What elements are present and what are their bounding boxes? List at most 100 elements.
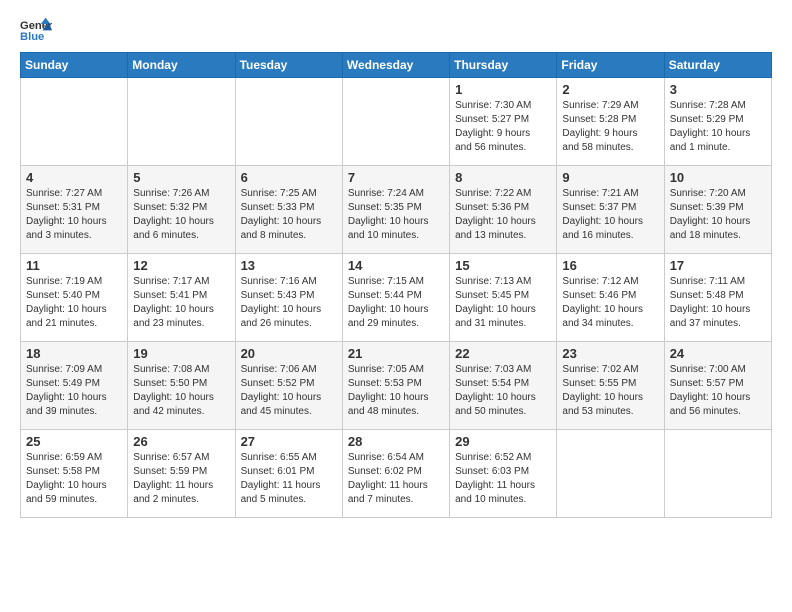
day-info: Sunrise: 7:26 AM Sunset: 5:32 PM Dayligh… xyxy=(133,187,229,243)
header-wednesday: Wednesday xyxy=(342,53,449,78)
calendar-cell xyxy=(235,78,342,166)
day-info: Sunrise: 7:05 AM Sunset: 5:53 PM Dayligh… xyxy=(348,363,444,419)
calendar-cell: 9Sunrise: 7:21 AM Sunset: 5:37 PM Daylig… xyxy=(557,166,664,254)
calendar-cell: 1 Sunrise: 7:30 AM Sunset: 5:27 PM Daylig… xyxy=(450,78,557,166)
calendar-cell xyxy=(342,78,449,166)
day-number: 25 xyxy=(26,434,122,449)
calendar-cell: 28Sunrise: 6:54 AM Sunset: 6:02 PM Dayli… xyxy=(342,430,449,518)
header-saturday: Saturday xyxy=(664,53,771,78)
calendar-cell: 11 Sunrise: 7:19 AM Sunset: 5:40 PM Dayli… xyxy=(21,254,128,342)
header-monday: Monday xyxy=(128,53,235,78)
day-number: 19 xyxy=(133,346,229,361)
day-number: 12 xyxy=(133,258,229,273)
day-number: 11 xyxy=(26,258,122,273)
day-info: Sunrise: 7:16 AM Sunset: 5:43 PM Dayligh… xyxy=(241,275,337,331)
calendar-cell: 2Sunrise: 7:29 AM Sunset: 5:28 PM Daylig… xyxy=(557,78,664,166)
day-number: 9 xyxy=(562,170,658,185)
calendar-cell: 25 Sunrise: 6:59 AM Sunset: 5:58 PM Dayli… xyxy=(21,430,128,518)
calendar-cell: 24 Sunrise: 7:00 AM Sunset: 5:57 PM Dayli… xyxy=(664,342,771,430)
day-number: 4 xyxy=(26,170,122,185)
calendar-body: 1 Sunrise: 7:30 AM Sunset: 5:27 PM Daylig… xyxy=(21,78,772,518)
day-info: Sunrise: 7:30 AM Sunset: 5:27 PM Dayligh… xyxy=(455,99,551,155)
calendar-cell: 27 Sunrise: 6:55 AM Sunset: 6:01 PM Dayli… xyxy=(235,430,342,518)
header-thursday: Thursday xyxy=(450,53,557,78)
logo: General Blue xyxy=(20,16,56,44)
calendar-cell xyxy=(21,78,128,166)
calendar-cell: 5 Sunrise: 7:26 AM Sunset: 5:32 PM Daylig… xyxy=(128,166,235,254)
calendar-cell: 22Sunrise: 7:03 AM Sunset: 5:54 PM Dayli… xyxy=(450,342,557,430)
day-info: Sunrise: 7:22 AM Sunset: 5:36 PM Dayligh… xyxy=(455,187,551,243)
day-number: 14 xyxy=(348,258,444,273)
day-number: 3 xyxy=(670,82,766,97)
day-info: Sunrise: 7:12 AM Sunset: 5:46 PM Dayligh… xyxy=(562,275,658,331)
calendar-cell: 29 Sunrise: 6:52 AM Sunset: 6:03 PM Dayli… xyxy=(450,430,557,518)
calendar-table: Sunday Monday Tuesday Wednesday Thursday… xyxy=(20,52,772,518)
day-number: 27 xyxy=(241,434,337,449)
day-info: Sunrise: 6:57 AM Sunset: 5:59 PM Dayligh… xyxy=(133,451,229,507)
calendar-cell: 17 Sunrise: 7:11 AM Sunset: 5:48 PM Dayli… xyxy=(664,254,771,342)
day-info: Sunrise: 6:55 AM Sunset: 6:01 PM Dayligh… xyxy=(241,451,337,507)
calendar-header: Sunday Monday Tuesday Wednesday Thursday… xyxy=(21,53,772,78)
day-number: 8 xyxy=(455,170,551,185)
day-number: 18 xyxy=(26,346,122,361)
calendar-week-row: 11 Sunrise: 7:19 AM Sunset: 5:40 PM Dayli… xyxy=(21,254,772,342)
calendar-cell xyxy=(664,430,771,518)
calendar-cell: 15Sunrise: 7:13 AM Sunset: 5:45 PM Dayli… xyxy=(450,254,557,342)
day-number: 24 xyxy=(670,346,766,361)
day-number: 22 xyxy=(455,346,551,361)
day-number: 23 xyxy=(562,346,658,361)
calendar-cell: 6Sunrise: 7:25 AM Sunset: 5:33 PM Daylig… xyxy=(235,166,342,254)
day-info: Sunrise: 7:20 AM Sunset: 5:39 PM Dayligh… xyxy=(670,187,766,243)
calendar-cell: 20 Sunrise: 7:06 AM Sunset: 5:52 PM Dayli… xyxy=(235,342,342,430)
logo-icon: General Blue xyxy=(20,16,52,44)
day-number: 7 xyxy=(348,170,444,185)
day-info: Sunrise: 7:28 AM Sunset: 5:29 PM Dayligh… xyxy=(670,99,766,155)
day-info: Sunrise: 6:52 AM Sunset: 6:03 PM Dayligh… xyxy=(455,451,551,507)
header-sunday: Sunday xyxy=(21,53,128,78)
day-info: Sunrise: 7:13 AM Sunset: 5:45 PM Dayligh… xyxy=(455,275,551,331)
day-info: Sunrise: 6:59 AM Sunset: 5:58 PM Dayligh… xyxy=(26,451,122,507)
day-number: 1 xyxy=(455,82,551,97)
day-number: 5 xyxy=(133,170,229,185)
day-info: Sunrise: 7:29 AM Sunset: 5:28 PM Dayligh… xyxy=(562,99,658,155)
calendar-cell: 8 Sunrise: 7:22 AM Sunset: 5:36 PM Daylig… xyxy=(450,166,557,254)
day-number: 16 xyxy=(562,258,658,273)
calendar-cell: 18 Sunrise: 7:09 AM Sunset: 5:49 PM Dayli… xyxy=(21,342,128,430)
day-info: Sunrise: 7:06 AM Sunset: 5:52 PM Dayligh… xyxy=(241,363,337,419)
calendar-cell: 21 Sunrise: 7:05 AM Sunset: 5:53 PM Dayli… xyxy=(342,342,449,430)
day-info: Sunrise: 7:15 AM Sunset: 5:44 PM Dayligh… xyxy=(348,275,444,331)
day-number: 21 xyxy=(348,346,444,361)
calendar-cell xyxy=(557,430,664,518)
calendar-cell: 13 Sunrise: 7:16 AM Sunset: 5:43 PM Dayli… xyxy=(235,254,342,342)
day-info: Sunrise: 7:02 AM Sunset: 5:55 PM Dayligh… xyxy=(562,363,658,419)
calendar-cell xyxy=(128,78,235,166)
day-number: 20 xyxy=(241,346,337,361)
days-header-row: Sunday Monday Tuesday Wednesday Thursday… xyxy=(21,53,772,78)
header-friday: Friday xyxy=(557,53,664,78)
day-number: 17 xyxy=(670,258,766,273)
calendar-cell: 23 Sunrise: 7:02 AM Sunset: 5:55 PM Dayli… xyxy=(557,342,664,430)
day-info: Sunrise: 7:09 AM Sunset: 5:49 PM Dayligh… xyxy=(26,363,122,419)
day-number: 29 xyxy=(455,434,551,449)
day-info: Sunrise: 7:27 AM Sunset: 5:31 PM Dayligh… xyxy=(26,187,122,243)
calendar-week-row: 18 Sunrise: 7:09 AM Sunset: 5:49 PM Dayli… xyxy=(21,342,772,430)
day-info: Sunrise: 6:54 AM Sunset: 6:02 PM Dayligh… xyxy=(348,451,444,507)
day-number: 6 xyxy=(241,170,337,185)
calendar-week-row: 25 Sunrise: 6:59 AM Sunset: 5:58 PM Dayli… xyxy=(21,430,772,518)
day-info: Sunrise: 7:24 AM Sunset: 5:35 PM Dayligh… xyxy=(348,187,444,243)
calendar-cell: 12Sunrise: 7:17 AM Sunset: 5:41 PM Dayli… xyxy=(128,254,235,342)
calendar-cell: 14 Sunrise: 7:15 AM Sunset: 5:44 PM Dayli… xyxy=(342,254,449,342)
day-info: Sunrise: 7:00 AM Sunset: 5:57 PM Dayligh… xyxy=(670,363,766,419)
svg-text:Blue: Blue xyxy=(20,31,44,43)
header: General Blue xyxy=(20,16,772,44)
calendar-cell: 26Sunrise: 6:57 AM Sunset: 5:59 PM Dayli… xyxy=(128,430,235,518)
day-info: Sunrise: 7:19 AM Sunset: 5:40 PM Dayligh… xyxy=(26,275,122,331)
day-number: 13 xyxy=(241,258,337,273)
header-tuesday: Tuesday xyxy=(235,53,342,78)
day-info: Sunrise: 7:11 AM Sunset: 5:48 PM Dayligh… xyxy=(670,275,766,331)
calendar-cell: 19Sunrise: 7:08 AM Sunset: 5:50 PM Dayli… xyxy=(128,342,235,430)
calendar-cell: 7 Sunrise: 7:24 AM Sunset: 5:35 PM Daylig… xyxy=(342,166,449,254)
calendar-cell: 16 Sunrise: 7:12 AM Sunset: 5:46 PM Dayli… xyxy=(557,254,664,342)
calendar-week-row: 1 Sunrise: 7:30 AM Sunset: 5:27 PM Daylig… xyxy=(21,78,772,166)
calendar-cell: 4 Sunrise: 7:27 AM Sunset: 5:31 PM Daylig… xyxy=(21,166,128,254)
